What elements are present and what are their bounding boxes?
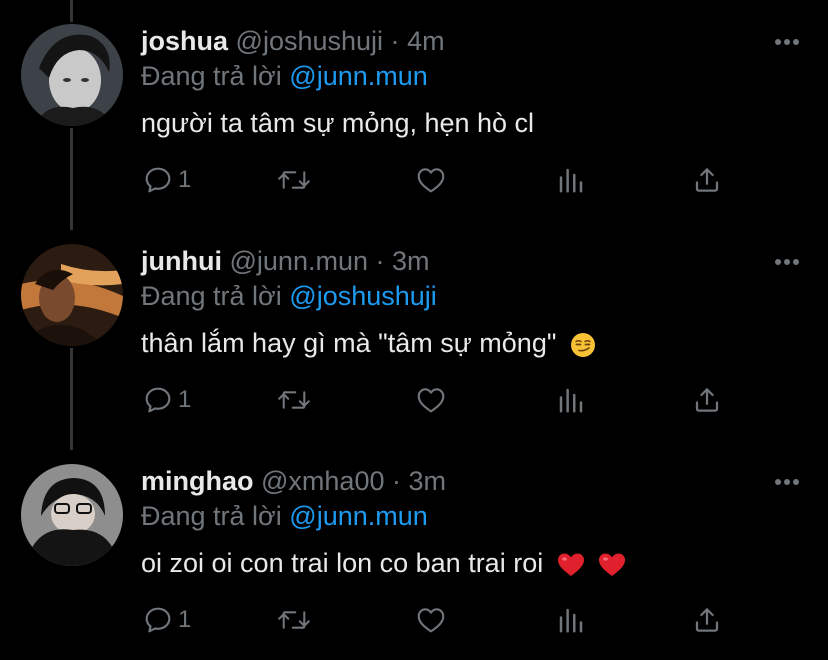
tweet-text: thân lắm hay gì mà "tâm sự mỏng"	[141, 325, 596, 361]
retweet-icon	[278, 171, 310, 189]
analytics-button[interactable]	[556, 380, 586, 420]
tweet-header: minghao @xmha00 · 3m	[141, 464, 446, 498]
tweet-text-content: thân lắm hay gì mà "tâm sự mỏng"	[141, 328, 557, 358]
tweet-actions: 1	[0, 160, 828, 200]
share-button[interactable]	[692, 600, 722, 640]
analytics-icon	[559, 168, 583, 193]
retweet-icon	[278, 611, 310, 629]
avatar[interactable]	[21, 464, 123, 566]
replying-to: Đang trả lời @joshushuji	[141, 279, 437, 313]
share-icon	[695, 608, 719, 632]
tweet[interactable]: minghao @xmha00 · 3m Đang trả lời @junn.…	[0, 440, 828, 660]
like-icon	[417, 168, 445, 193]
reply-icon	[145, 387, 171, 413]
share-icon	[695, 168, 719, 192]
avatar[interactable]	[21, 244, 123, 346]
separator-dot: ·	[392, 466, 401, 496]
tweet-text: người ta tâm sự mỏng, hẹn hò cl	[141, 105, 534, 141]
reply-button[interactable]: 1	[142, 380, 191, 420]
tweet-actions: 1	[0, 600, 828, 640]
reply-count: 1	[178, 606, 192, 633]
like-button[interactable]	[414, 600, 448, 640]
reply-button[interactable]: 1	[142, 600, 191, 640]
reply-count: 1	[178, 386, 192, 413]
like-icon	[417, 608, 445, 633]
tweet-text-content: người ta tâm sự mỏng, hẹn hò cl	[141, 108, 535, 138]
tweet-actions: 1	[0, 380, 828, 420]
tweet-text-content: oi zoi oi con trai lon co ban trai roi	[141, 548, 544, 578]
avatar-joshua-image	[21, 24, 123, 126]
timestamp[interactable]: 3m	[409, 466, 447, 496]
like-button[interactable]	[414, 160, 448, 200]
analytics-button[interactable]	[556, 600, 586, 640]
display-name[interactable]: minghao	[141, 466, 254, 496]
tweet[interactable]: junhui @junn.mun · 3m Đang trả lời @josh…	[0, 220, 828, 440]
user-handle[interactable]: @joshushuji	[236, 26, 384, 56]
replying-to-label: Đang trả lời	[141, 501, 282, 531]
retweet-button[interactable]	[276, 380, 312, 420]
separator-dot: ·	[375, 246, 385, 276]
timestamp[interactable]: 3m	[392, 246, 430, 276]
replying-to-label: Đang trả lời	[141, 281, 282, 311]
like-button[interactable]	[414, 380, 448, 420]
replying-to-handle[interactable]: @junn.mun	[289, 501, 427, 531]
replying-to-label: Đang trả lời	[141, 61, 282, 91]
analytics-button[interactable]	[556, 160, 586, 200]
timestamp[interactable]: 4m	[407, 26, 445, 56]
reply-icon	[145, 167, 171, 193]
more-icon[interactable]	[774, 258, 800, 266]
smirking-face-emoji	[570, 332, 595, 357]
tweet-header: joshua @joshushuji · 4m	[141, 24, 445, 58]
avatar-minghao-image	[21, 464, 123, 566]
like-icon	[417, 388, 445, 413]
more-icon[interactable]	[774, 478, 800, 486]
display-name[interactable]: junhui	[141, 246, 222, 276]
avatar-junhui-image	[21, 244, 123, 346]
user-handle[interactable]: @xmha00	[261, 466, 384, 496]
separator-dot: ·	[390, 26, 400, 56]
user-handle[interactable]: @junn.mun	[230, 246, 368, 276]
share-icon	[695, 388, 719, 412]
share-button[interactable]	[692, 160, 722, 200]
tweet-text: oi zoi oi con trai lon co ban trai roi	[141, 545, 626, 581]
reply-icon	[145, 607, 171, 633]
retweet-icon	[278, 391, 310, 409]
display-name[interactable]: joshua	[141, 26, 228, 56]
red-heart-emoji	[599, 553, 626, 576]
replying-to: Đang trả lời @junn.mun	[141, 59, 428, 93]
reply-button[interactable]: 1	[142, 160, 191, 200]
more-icon[interactable]	[774, 38, 800, 46]
reply-count: 1	[178, 166, 192, 193]
tweet-header: junhui @junn.mun · 3m	[141, 244, 430, 278]
tweet[interactable]: joshua @joshushuji · 4m Đang trả lời @ju…	[0, 0, 828, 220]
retweet-button[interactable]	[276, 160, 312, 200]
replying-to: Đang trả lời @junn.mun	[141, 499, 428, 533]
replying-to-handle[interactable]: @junn.mun	[289, 61, 427, 91]
replying-to-handle[interactable]: @joshushuji	[289, 281, 437, 311]
share-button[interactable]	[692, 380, 722, 420]
retweet-button[interactable]	[276, 600, 312, 640]
analytics-icon	[559, 388, 583, 413]
red-heart-emoji	[557, 553, 584, 576]
avatar[interactable]	[21, 24, 123, 126]
analytics-icon	[559, 608, 583, 633]
